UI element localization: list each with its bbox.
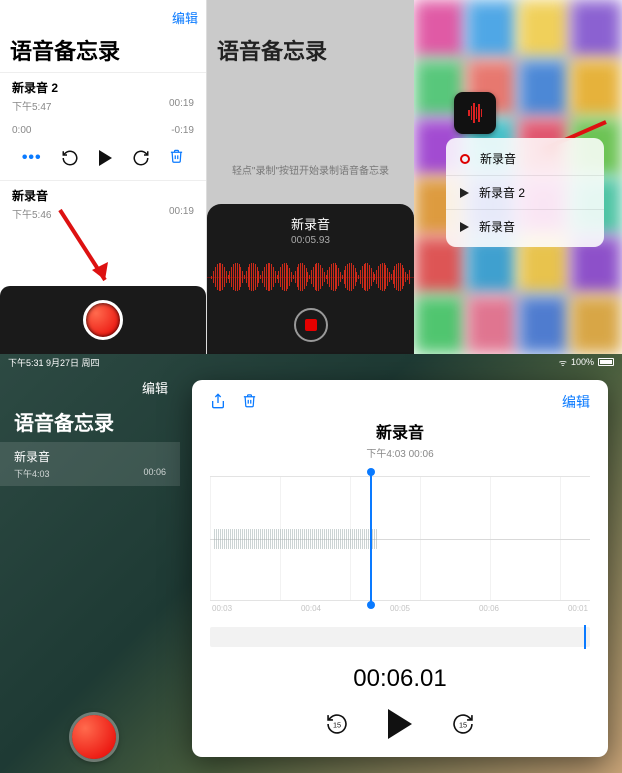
recording-name: 新录音 <box>14 448 166 465</box>
battery-pct: 100% <box>571 357 594 367</box>
record-toolbar <box>0 286 206 354</box>
recording-item[interactable]: 新录音 下午5:46 00:19 <box>0 180 206 227</box>
recording-name: 新录音 2 <box>12 79 58 96</box>
waveform: document.write(Array.from({length:110},(… <box>207 254 414 300</box>
delete-button[interactable] <box>242 392 257 413</box>
menu-label: 新录音 2 <box>479 184 525 201</box>
recording-name: 新录音 <box>207 214 414 233</box>
menu-item-new-recording[interactable]: 新录音 <box>446 142 604 175</box>
edit-link[interactable]: 编辑 <box>142 381 168 396</box>
wifi-icon: ᯤ <box>559 356 567 369</box>
play-icon <box>460 222 469 232</box>
menu-item-play[interactable]: 新录音 <box>446 209 604 243</box>
time-ticks: 00:0300:0400:0500:0600:01 <box>210 601 590 613</box>
voice-memos-app-icon[interactable] <box>454 92 496 134</box>
recording-name: 新录音 <box>12 187 48 204</box>
record-button[interactable] <box>72 715 116 759</box>
edit-link[interactable]: 编辑 <box>172 8 198 27</box>
edit-link[interactable]: 编辑 <box>562 392 590 413</box>
forcetouch-menu-screenshot: 新录音 新录音 2 新录音 <box>414 0 622 354</box>
status-time: 下午5:31 9月27日 周四 <box>8 356 100 369</box>
recording-sheet: 新录音 00:05.93 document.write(Array.from({… <box>207 204 414 354</box>
delete-button[interactable] <box>169 148 184 168</box>
skip-fwd-15-button[interactable]: 15 <box>450 711 476 737</box>
menu-item-play[interactable]: 新录音 2 <box>446 175 604 209</box>
scrubber-handle[interactable] <box>584 625 586 649</box>
recording-duration: 00:19 <box>169 98 194 113</box>
hint-text: 轻点"录制"按钮开始录制语音备忘录 <box>207 162 414 177</box>
scrub-start: 0:00 <box>12 125 31 136</box>
recording-item[interactable]: 新录音 下午4:03 00:06 <box>0 442 180 486</box>
menu-label: 新录音 <box>479 218 515 235</box>
recording-time: 下午5:47 <box>12 98 51 113</box>
play-button[interactable] <box>99 150 112 166</box>
app-title: 语音备忘录 <box>207 34 414 72</box>
recording-duration: 00:06 <box>143 467 166 480</box>
share-button[interactable] <box>210 392 226 413</box>
quick-action-menu: 新录音 新录音 2 新录音 <box>446 138 604 247</box>
skip-back-15-button[interactable]: 15 <box>324 711 350 737</box>
detail-title: 新录音 <box>210 419 590 443</box>
scrubber[interactable] <box>210 627 590 647</box>
svg-text:15: 15 <box>459 720 467 729</box>
recording-duration: 00:19 <box>169 206 194 221</box>
waveform-area[interactable] <box>210 476 590 601</box>
detail-card: 编辑 新录音 下午4:03 00:06 00:0300:0400:0500:06… <box>192 380 608 757</box>
recording-time: 下午4:03 <box>14 467 50 480</box>
app-title: 语音备忘录 <box>0 34 206 72</box>
battery-icon <box>598 358 614 366</box>
stop-button[interactable] <box>294 308 328 342</box>
recording-item-expanded[interactable]: 新录音 2 下午5:47 00:19 0:00 -0:19 ••• <box>0 72 206 180</box>
menu-label: 新录音 <box>480 150 516 167</box>
more-button[interactable]: ••• <box>22 149 42 167</box>
playhead[interactable] <box>370 472 372 605</box>
skip-back-icon[interactable] <box>61 149 79 167</box>
status-bar: 下午5:31 9月27日 周四 ᯤ 100% <box>0 354 622 370</box>
iphone-recording-screenshot: 语音备忘录 轻点"录制"按钮开始录制语音备忘录 新录音 00:05.93 doc… <box>207 0 414 354</box>
timer: 00:06.01 <box>210 665 590 693</box>
app-title: 语音备忘录 <box>0 401 180 442</box>
svg-text:15: 15 <box>333 720 341 729</box>
skip-fwd-icon[interactable] <box>132 149 150 167</box>
recording-time: 下午5:46 <box>12 206 51 221</box>
scrub-end: -0:19 <box>171 125 194 136</box>
play-icon <box>460 188 469 198</box>
recording-elapsed: 00:05.93 <box>207 235 414 246</box>
record-icon <box>460 154 470 164</box>
record-button[interactable] <box>83 300 123 340</box>
play-button[interactable] <box>388 709 412 739</box>
detail-subtitle: 下午4:03 00:06 <box>210 445 590 460</box>
sidebar: 编辑 语音备忘录 新录音 下午4:03 00:06 <box>0 370 180 773</box>
ipad-screenshot: 下午5:31 9月27日 周四 ᯤ 100% 编辑 语音备忘录 新录音 下午4:… <box>0 354 622 773</box>
iphone-list-screenshot: 编辑 语音备忘录 新录音 2 下午5:47 00:19 0:00 -0:19 •… <box>0 0 207 354</box>
